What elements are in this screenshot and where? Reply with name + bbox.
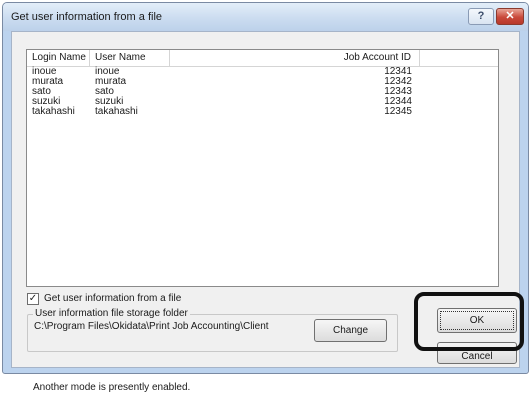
change-button[interactable]: Change (314, 319, 387, 342)
cell-job-account-id: 12344 (384, 96, 412, 107)
storage-folder-path: C:\Program Files\Okidata\Print Job Accou… (34, 321, 269, 332)
column-header-login-name[interactable]: Login Name (27, 50, 90, 66)
title-bar[interactable]: Get user information from a file ? ✕ (3, 3, 528, 31)
cell-login-name: takahashi (32, 106, 75, 117)
help-icon: ? (477, 10, 485, 22)
list-row[interactable]: takahashi takahashi 12345 (27, 107, 498, 117)
status-message: Another mode is presently enabled. (33, 382, 191, 393)
help-button[interactable]: ? (468, 8, 494, 25)
dialog-title: Get user information from a file (11, 11, 163, 23)
cell-job-account-id: 12342 (384, 76, 412, 87)
close-button[interactable]: ✕ (496, 8, 524, 25)
storage-folder-group-title: User information file storage folder (33, 308, 190, 319)
get-user-info-checkbox[interactable]: ✓ (27, 293, 39, 305)
cell-job-account-id: 12345 (384, 106, 412, 117)
close-icon: ✕ (505, 10, 515, 22)
column-header-user-name[interactable]: User Name (90, 50, 170, 66)
list-header: Login Name User Name Job Account ID (27, 50, 498, 67)
list-rows: inoue inoue 12341 murata murata 12342 sa… (27, 67, 498, 117)
column-header-job-account-id[interactable]: Job Account ID (170, 50, 420, 66)
user-list[interactable]: Login Name User Name Job Account ID inou… (26, 49, 499, 287)
cell-job-account-id: 12343 (384, 86, 412, 97)
ok-button-highlight-frame (414, 292, 524, 351)
cell-job-account-id: 12341 (384, 66, 412, 77)
cell-user-name: takahashi (95, 106, 138, 117)
get-user-info-checkbox-label[interactable]: Get user information from a file (44, 293, 181, 304)
